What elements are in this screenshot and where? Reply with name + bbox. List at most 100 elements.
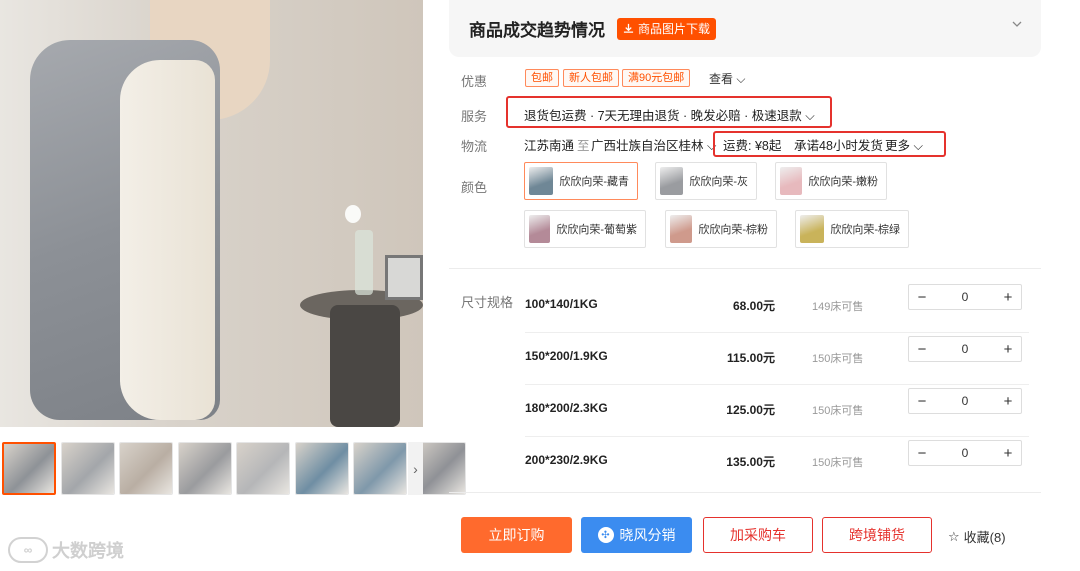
product-main-image[interactable] — [0, 0, 423, 427]
thumbnail[interactable] — [60, 442, 115, 495]
service-text-value: 退货包运费 · 7天无理由退货 · 晚发必赔 · 极速退款 — [524, 109, 802, 123]
increment-button[interactable]: + — [995, 289, 1021, 306]
chevron-down-icon[interactable] — [1011, 18, 1023, 30]
watermark: ∞ 大数跨境 — [8, 537, 124, 563]
watermark-text: 大数跨境 — [52, 541, 124, 561]
quantity-input[interactable]: 0 — [935, 394, 995, 408]
image-download-button[interactable]: 商品图片下载 — [617, 17, 717, 40]
sku-size: 180*200/2.3KG — [525, 401, 608, 415]
thumbnail-image — [295, 443, 348, 494]
quantity-input[interactable]: 0 — [935, 446, 995, 460]
shipping-fee: 运费: ¥8起 — [723, 139, 782, 153]
vase-illustration — [355, 230, 373, 295]
color-option[interactable]: 欣欣向荣-嫩粉 — [775, 162, 887, 200]
sku-row: 100*140/1KG 68.00元 149床可售 −0 + — [449, 281, 1041, 333]
color-option[interactable]: 欣欣向荣-葡萄紫 — [524, 210, 646, 248]
color-option[interactable]: 欣欣向荣-棕绿 — [795, 210, 909, 248]
sku-stock: 150床可售 — [812, 353, 864, 365]
side-table-base — [330, 305, 400, 427]
watermark-logo-icon: ∞ — [8, 537, 48, 563]
color-swatch — [660, 167, 684, 195]
fenxiao-label: 晓风分销 — [619, 527, 676, 543]
color-label: 颜色 — [461, 180, 488, 195]
thumbnail-next-button[interactable]: › — [408, 442, 423, 495]
thumbnail[interactable] — [119, 442, 173, 495]
coupon-badge: 包邮 — [525, 69, 559, 87]
thumbnail[interactable] — [2, 442, 56, 495]
add-to-cart-button[interactable]: 加采购车 — [703, 517, 813, 553]
chevron-right-icon: › — [413, 460, 418, 477]
thumbnail-image — [61, 443, 114, 494]
thumbnail[interactable] — [353, 442, 407, 495]
thumbnail-image — [354, 443, 406, 494]
color-option[interactable]: 欣欣向荣-藏青 — [524, 162, 638, 200]
thumbnail[interactable] — [236, 442, 290, 495]
coupon-badge: 新人包邮 — [563, 69, 619, 87]
favorite-button[interactable]: ☆ 收藏(8) — [948, 527, 1006, 546]
color-option-label: 欣欣向荣-棕粉 — [698, 224, 768, 236]
sku-stock: 149床可售 — [812, 301, 864, 313]
discount-label: 优惠 — [461, 74, 488, 89]
blanket-lining-illustration — [120, 60, 215, 420]
logistics-label: 物流 — [461, 139, 488, 154]
color-option-label: 欣欣向荣-葡萄紫 — [556, 224, 637, 236]
color-swatch — [780, 167, 803, 195]
sku-stock: 150床可售 — [812, 457, 864, 469]
distribute-button[interactable]: 跨境铺货 — [822, 517, 932, 553]
decrement-button[interactable]: − — [909, 341, 935, 358]
color-option-label: 欣欣向荣-棕绿 — [830, 224, 900, 236]
color-option[interactable]: 欣欣向荣-棕粉 — [665, 210, 777, 248]
shipping-more-label: 更多 — [885, 139, 911, 153]
sku-price: 115.00元 — [726, 351, 775, 365]
sku-price: 125.00元 — [726, 403, 775, 417]
star-icon: ☆ — [948, 528, 960, 544]
decrement-button[interactable]: − — [909, 393, 935, 410]
sku-row: 150*200/1.9KG 115.00元 150床可售 −0 + — [449, 333, 1041, 385]
thumbnail-image — [4, 444, 54, 493]
thumbnail-image — [237, 443, 289, 494]
decrement-button[interactable]: − — [909, 445, 935, 462]
thumbnail-image — [178, 443, 231, 494]
sku-size: 100*140/1KG — [525, 297, 598, 311]
image-download-label: 商品图片下载 — [638, 22, 711, 36]
ship-to-selector[interactable]: 广西壮族自治区桂林 ⌵ — [591, 135, 716, 154]
trend-title: 商品成交趋势情况 — [469, 21, 605, 40]
color-option[interactable]: 欣欣向荣-灰 — [655, 162, 757, 200]
increment-button[interactable]: + — [995, 393, 1021, 410]
increment-button[interactable]: + — [995, 445, 1021, 462]
thumbnail-strip: › — [0, 442, 466, 497]
sku-row: 200*230/2.9KG 135.00元 150床可售 −0 + — [449, 437, 1041, 489]
photo-frame-illustration — [385, 255, 423, 300]
quantity-stepper: −0 + — [908, 284, 1022, 310]
thumbnail-image — [120, 443, 172, 494]
color-option-label: 欣欣向荣-嫩粉 — [808, 176, 878, 188]
fenxiao-button[interactable]: ✣ 晓风分销 — [581, 517, 692, 553]
service-text[interactable]: 退货包运费 · 7天无理由退货 · 晚发必赔 · 极速退款 ⌵ — [524, 105, 815, 124]
flower-illustration — [345, 205, 361, 223]
buy-now-button[interactable]: 立即订购 — [461, 517, 572, 553]
section-divider — [449, 268, 1041, 269]
quantity-input[interactable]: 0 — [935, 342, 995, 356]
sku-price: 135.00元 — [726, 455, 775, 469]
color-option-label: 欣欣向荣-灰 — [689, 176, 748, 188]
color-swatch — [670, 215, 693, 243]
pinwheel-icon: ✣ — [597, 527, 614, 543]
service-label: 服务 — [461, 109, 488, 124]
coupon-badge: 满90元包邮 — [622, 69, 691, 87]
shipping-promise: 承诺48小时发货 — [794, 139, 883, 153]
color-swatch — [529, 167, 554, 195]
thumbnail[interactable] — [294, 442, 349, 495]
increment-button[interactable]: + — [995, 341, 1021, 358]
see-more-link[interactable]: 查看 ⌵ — [709, 70, 745, 87]
quantity-input[interactable]: 0 — [935, 290, 995, 304]
quantity-stepper: −0 + — [908, 440, 1022, 466]
favorite-label: 收藏(8) — [963, 530, 1006, 545]
thumbnail[interactable] — [177, 442, 232, 495]
decrement-button[interactable]: − — [909, 289, 935, 306]
ship-to-word: 至 — [577, 139, 590, 153]
color-swatch — [529, 215, 551, 243]
sku-size: 200*230/2.9KG — [525, 453, 608, 467]
shipping-more-link[interactable]: 更多 ⌵ — [885, 135, 923, 154]
trend-header[interactable]: 商品成交趋势情况 商品图片下载 — [449, 0, 1041, 57]
sku-stock: 150床可售 — [812, 405, 864, 417]
